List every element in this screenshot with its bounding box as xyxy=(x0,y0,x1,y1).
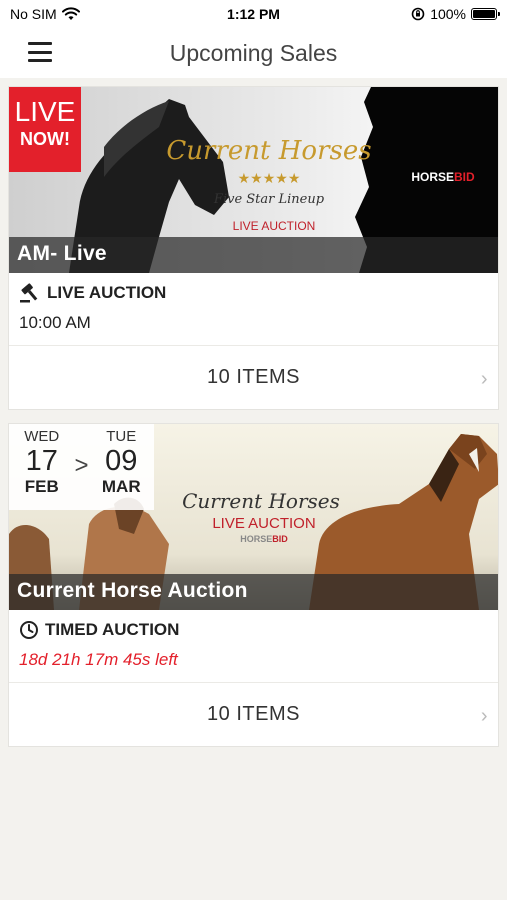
items-link[interactable]: 10 ITEMS › xyxy=(9,345,498,409)
sale-info: TIMED AUCTION 18d 21h 17m 45s left xyxy=(9,610,498,682)
svg-text:★★★★★: ★★★★★ xyxy=(238,171,301,187)
svg-text:HORSEBID: HORSEBID xyxy=(411,170,475,184)
carrier-label: No SIM xyxy=(10,6,57,22)
live-now-badge: LIVE NOW! xyxy=(9,87,81,172)
sales-list: Current Horses ★★★★★ Five Star Lineup LI… xyxy=(0,78,507,747)
nav-bar: Upcoming Sales xyxy=(0,28,507,78)
sale-type-row: LIVE AUCTION xyxy=(19,283,488,303)
date-arrow-icon: > xyxy=(74,452,89,479)
svg-text:Current Horses: Current Horses xyxy=(166,136,371,166)
sale-type-row: TIMED AUCTION xyxy=(19,620,488,640)
chevron-right-icon: › xyxy=(480,705,488,727)
sale-banner[interactable]: Current Horses LIVE AUCTION HORSEBID WED… xyxy=(9,424,498,610)
start-day: 17 xyxy=(25,445,58,477)
page-title: Upcoming Sales xyxy=(169,39,338,66)
sale-type-label: LIVE AUCTION xyxy=(47,283,167,302)
end-month: MAR xyxy=(101,477,141,496)
sale-name: AM- Live xyxy=(9,237,498,273)
sale-type-label: TIMED AUCTION xyxy=(45,620,180,639)
sale-time: 10:00 AM xyxy=(19,313,91,332)
start-date: WED 17 FEB xyxy=(9,428,75,497)
sale-date-range: WED 17 FEB > TUE 09 MAR xyxy=(9,424,154,510)
end-dow: TUE xyxy=(106,428,137,445)
hamburger-menu-icon[interactable] xyxy=(28,42,52,62)
items-link[interactable]: 10 ITEMS › xyxy=(9,682,498,746)
svg-text:LIVE AUCTION: LIVE AUCTION xyxy=(233,219,316,233)
end-day: 09 xyxy=(105,445,138,477)
battery-icon xyxy=(471,8,500,20)
clock-icon xyxy=(20,621,38,639)
start-dow: WED xyxy=(24,428,60,445)
svg-text:Five Star Lineup: Five Star Lineup xyxy=(213,192,325,207)
gavel-icon xyxy=(20,283,38,303)
orientation-lock-icon xyxy=(411,7,425,21)
battery-percent: 100% xyxy=(430,6,466,22)
end-date: TUE 09 MAR xyxy=(89,428,155,497)
sale-card[interactable]: Current Horses ★★★★★ Five Star Lineup LI… xyxy=(8,86,499,410)
sale-banner[interactable]: Current Horses ★★★★★ Five Star Lineup LI… xyxy=(9,87,498,273)
sale-card[interactable]: Current Horses LIVE AUCTION HORSEBID WED… xyxy=(8,423,499,747)
countdown-timer: 18d 21h 17m 45s left xyxy=(19,650,178,669)
sale-name: Current Horse Auction xyxy=(9,574,498,610)
status-right: 100% xyxy=(411,6,500,22)
items-count: 10 ITEMS xyxy=(207,366,300,388)
wifi-icon xyxy=(61,7,80,20)
svg-text:HORSEBID: HORSEBID xyxy=(240,534,288,544)
items-count: 10 ITEMS xyxy=(207,703,300,725)
live-badge-line1: LIVE xyxy=(14,96,76,127)
svg-text:LIVE AUCTION: LIVE AUCTION xyxy=(212,515,315,532)
sale-info: LIVE AUCTION 10:00 AM xyxy=(9,273,498,345)
start-month: FEB xyxy=(24,477,59,496)
live-badge-line2: NOW! xyxy=(20,129,70,149)
svg-text:Current Horses: Current Horses xyxy=(182,489,340,513)
status-bar: No SIM 1:12 PM 100% xyxy=(0,0,507,28)
chevron-right-icon: › xyxy=(480,368,488,390)
status-left: No SIM xyxy=(10,6,80,22)
